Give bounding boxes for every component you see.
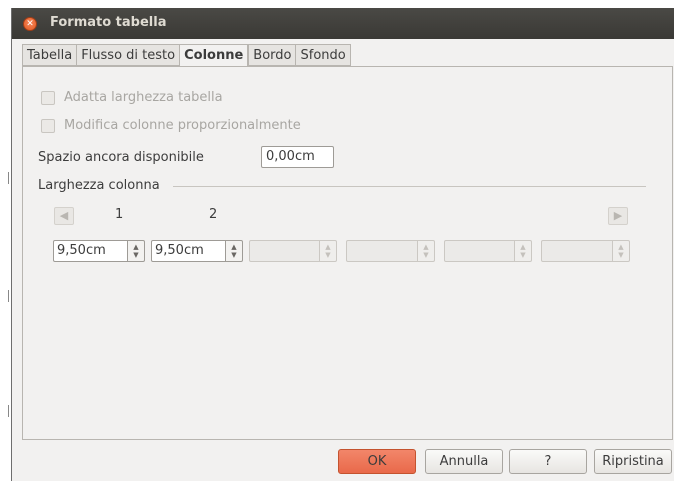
column-width-section-label: Larghezza colonna [38, 178, 160, 193]
window-title: Formato tabella [50, 15, 167, 30]
tab-flusso-di-testo[interactable]: Flusso di testo [76, 44, 180, 66]
column-width-spinbox-5: ▲ ▼ [444, 240, 532, 262]
column-width-spinbox-1[interactable]: 9,50cm ▲ ▼ [53, 240, 145, 262]
spin-arrows-icon: ▲ ▼ [320, 240, 337, 262]
column-width-field-1[interactable]: 9,50cm [53, 240, 128, 262]
spin-arrows-icon[interactable]: ▲ ▼ [226, 240, 243, 262]
adapt-width-checkbox[interactable] [41, 90, 55, 105]
spin-arrows-icon: ▲ ▼ [515, 240, 532, 262]
arrow-left-icon[interactable]: ◀ [54, 207, 74, 225]
column-width-spinbox-4: ▲ ▼ [346, 240, 435, 262]
tab-colonne[interactable]: Colonne [179, 44, 249, 67]
edge-tick [8, 172, 9, 184]
spin-arrows-icon[interactable]: ▲ ▼ [128, 240, 145, 262]
column-width-spinbox-3: ▲ ▼ [249, 240, 337, 262]
tab-tabella[interactable]: Tabella [22, 44, 77, 66]
spin-arrows-icon: ▲ ▼ [613, 240, 630, 262]
column-width-field-5 [444, 240, 515, 262]
title-bar: ✕ Formato tabella [12, 8, 674, 39]
cancel-button[interactable]: Annulla [425, 449, 503, 474]
help-button[interactable]: ? [509, 449, 587, 474]
spin-arrows-icon: ▲ ▼ [418, 240, 435, 262]
table-format-dialog: ✕ Formato tabella Tabella Flusso di test… [11, 8, 674, 481]
column-width-spinbox-2[interactable]: 9,50cm ▲ ▼ [151, 240, 243, 262]
remaining-space-label: Spazio ancora disponibile [38, 150, 204, 165]
tab-sfondo[interactable]: Sfondo [295, 44, 351, 66]
column-number-1: 1 [115, 207, 124, 222]
tab-bordo[interactable]: Bordo [248, 44, 296, 66]
column-width-spinbox-6: ▲ ▼ [541, 240, 630, 262]
column-width-field-2[interactable]: 9,50cm [151, 240, 226, 262]
column-width-field-4 [346, 240, 418, 262]
remaining-space-field[interactable]: 0,00cm [261, 146, 334, 168]
adapt-width-label: Adatta larghezza tabella [64, 90, 223, 105]
column-width-field-3 [249, 240, 320, 262]
section-separator [173, 186, 646, 187]
modify-proportional-checkbox[interactable] [41, 118, 55, 133]
ok-button[interactable]: OK [338, 449, 416, 474]
arrow-right-icon[interactable]: ▶ [608, 207, 628, 225]
reset-button[interactable]: Ripristina [594, 449, 672, 474]
close-icon[interactable]: ✕ [23, 17, 37, 31]
modify-proportional-label: Modifica colonne proporzionalmente [64, 118, 301, 133]
edge-tick [8, 290, 9, 302]
tab-bar: Tabella Flusso di testo Colonne Bordo Sf… [22, 44, 351, 67]
modify-proportional-option[interactable]: Modifica colonne proporzionalmente [41, 118, 301, 133]
left-window-edge [0, 0, 11, 481]
column-number-2: 2 [209, 207, 218, 222]
column-width-field-6 [541, 240, 613, 262]
edge-tick [8, 405, 9, 417]
columns-panel: Adatta larghezza tabella Modifica colonn… [22, 66, 673, 440]
adapt-width-option[interactable]: Adatta larghezza tabella [41, 90, 223, 105]
